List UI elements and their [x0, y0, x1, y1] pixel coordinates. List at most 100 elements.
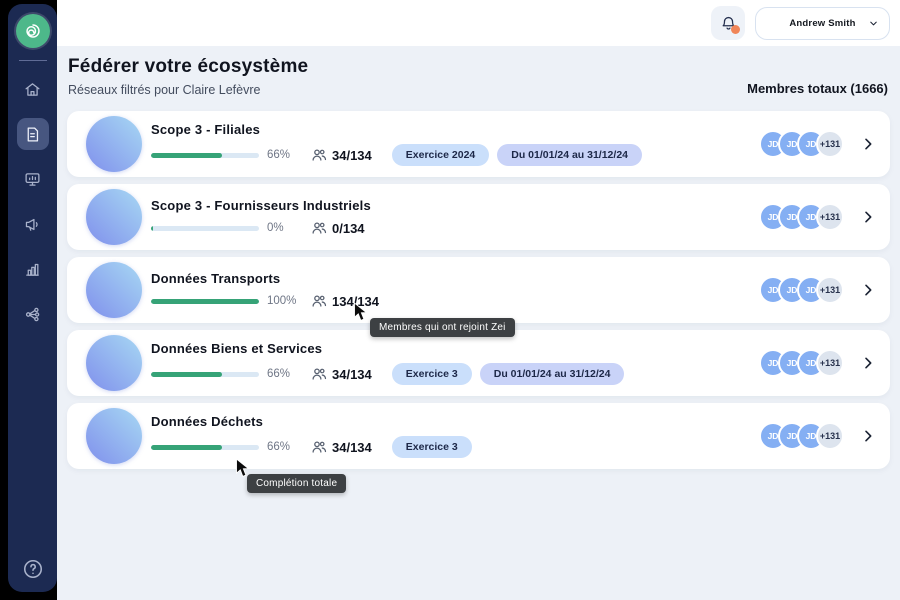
help-icon [22, 558, 44, 580]
sidebar-divider [19, 60, 47, 61]
avatar-stack: JDJDJD+131 [759, 349, 844, 377]
progress-percent: 0% [267, 222, 303, 234]
chevron-right-icon [860, 355, 876, 371]
page-header-left: Fédérer votre écosystème Réseaux filtrés… [68, 56, 308, 97]
card-right: JDJDJD+131 [759, 276, 890, 304]
progress-percent: 66% [267, 368, 303, 380]
sidebar-item-home[interactable] [17, 73, 49, 105]
card-body: Données Déchets 66% 34/134 Exercice 3 [151, 414, 472, 458]
network-title: Données Biens et Services [151, 341, 624, 356]
progress-bar [151, 153, 259, 158]
spiral-logo-icon [22, 20, 44, 42]
notifications-button[interactable] [711, 6, 745, 40]
sidebar-item-help[interactable] [22, 558, 44, 580]
tooltip-members-joined: Membres qui ont rejoint Zei [370, 318, 515, 337]
card-right: JDJDJD+131 [759, 422, 890, 450]
card-right: JDJDJD+131 [759, 130, 890, 158]
open-network-button[interactable] [860, 355, 876, 371]
network-card[interactable]: Données Transports 100% 134/134 JDJDJD+1… [67, 257, 890, 323]
home-icon [24, 81, 41, 98]
member-count-more: +131 [816, 203, 844, 231]
avatar-stack: JDJDJD+131 [759, 130, 844, 158]
sidebar-item-network[interactable] [17, 298, 49, 330]
progress-fill [151, 153, 222, 158]
avatar-stack: JDJDJD+131 [759, 276, 844, 304]
open-network-button[interactable] [860, 428, 876, 444]
badge: Du 01/01/24 au 31/12/24 [497, 144, 642, 166]
bar-chart-icon [24, 261, 41, 278]
progress-percent: 100% [267, 295, 303, 307]
network-title: Données Transports [151, 271, 399, 286]
chevron-right-icon [860, 136, 876, 152]
badge-group: Exercice 3 Du 01/01/24 au 31/12/24 [392, 363, 625, 385]
card-right: JDJDJD+131 [759, 349, 890, 377]
badge: Exercice 2024 [392, 144, 489, 166]
open-network-button[interactable] [860, 209, 876, 225]
badge: Exercice 3 [392, 363, 472, 385]
user-menu[interactable]: Andrew Smith [755, 7, 890, 40]
users-icon [311, 220, 327, 236]
open-network-button[interactable] [860, 282, 876, 298]
avatar-stack: JDJDJD+131 [759, 422, 844, 450]
network-card[interactable]: Données Biens et Services 66% 34/134 Exe… [67, 330, 890, 396]
users-icon [311, 147, 327, 163]
users-icon [311, 293, 327, 309]
progress-fill [151, 226, 153, 231]
page-header: Fédérer votre écosystème Réseaux filtrés… [57, 46, 900, 97]
organization-avatar [86, 116, 142, 172]
sidebar-item-statistics[interactable] [17, 253, 49, 285]
organization-avatar [86, 189, 142, 245]
cursor-pointer [235, 458, 253, 479]
members-count: 34/134 [332, 367, 372, 382]
card-right: JDJDJD+131 [759, 203, 890, 231]
members-count: 34/134 [332, 440, 372, 455]
progress-fill [151, 445, 222, 450]
network-card[interactable]: Scope 3 - Fournisseurs Industriels 0% 0/… [67, 184, 890, 250]
progress-fill [151, 372, 222, 377]
badge-group: Exercice 3 [392, 436, 472, 458]
cursor-pointer [353, 302, 371, 323]
sidebar-item-announcements[interactable] [17, 208, 49, 240]
network-card[interactable]: Données Déchets 66% 34/134 Exercice 3 JD… [67, 403, 890, 469]
badge: Du 01/01/24 au 31/12/24 [480, 363, 625, 385]
chevron-right-icon [860, 209, 876, 225]
users-icon [311, 439, 327, 455]
card-meta-row: 66% 34/134 Exercice 3 [151, 436, 472, 458]
badge: Exercice 3 [392, 436, 472, 458]
network-card[interactable]: Scope 3 - Filiales 66% 34/134 Exercice 2… [67, 111, 890, 177]
member-count-more: +131 [816, 276, 844, 304]
members-count: 0/134 [332, 221, 365, 236]
topbar: Andrew Smith [57, 0, 900, 46]
progress-bar [151, 226, 259, 231]
sidebar [8, 4, 57, 592]
chevron-down-icon [868, 18, 879, 29]
organization-avatar [86, 262, 142, 318]
progress-bar [151, 445, 259, 450]
user-name: Andrew Smith [789, 18, 855, 29]
sidebar-item-dashboard[interactable] [17, 163, 49, 195]
progress-percent: 66% [267, 149, 303, 161]
member-count-more: +131 [816, 130, 844, 158]
sidebar-item-documents[interactable] [17, 118, 49, 150]
chevron-right-icon [860, 282, 876, 298]
megaphone-icon [24, 216, 41, 233]
monitor-chart-icon [24, 171, 41, 188]
notification-badge [731, 25, 740, 34]
badge-group: Exercice 2024 Du 01/01/24 au 31/12/24 [392, 144, 642, 166]
open-network-button[interactable] [860, 136, 876, 152]
network-card-list: Scope 3 - Filiales 66% 34/134 Exercice 2… [67, 111, 890, 469]
organization-avatar [86, 335, 142, 391]
organization-avatar [86, 408, 142, 464]
network-title: Scope 3 - Fournisseurs Industriels [151, 198, 385, 213]
chevron-right-icon [860, 428, 876, 444]
card-body: Scope 3 - Fournisseurs Industriels 0% 0/… [151, 198, 385, 236]
member-count-more: +131 [816, 349, 844, 377]
tooltip-completion: Complétion totale [247, 474, 346, 493]
app-logo[interactable] [16, 14, 50, 48]
progress-bar [151, 372, 259, 377]
card-meta-row: 66% 34/134 Exercice 3 Du 01/01/24 au 31/1… [151, 363, 624, 385]
network-share-icon [24, 306, 41, 323]
card-meta-row: 66% 34/134 Exercice 2024 Du 01/01/24 au 3… [151, 144, 642, 166]
members-count: 34/134 [332, 148, 372, 163]
main-content: Andrew Smith Fédérer votre écosystème Ré… [57, 0, 900, 600]
